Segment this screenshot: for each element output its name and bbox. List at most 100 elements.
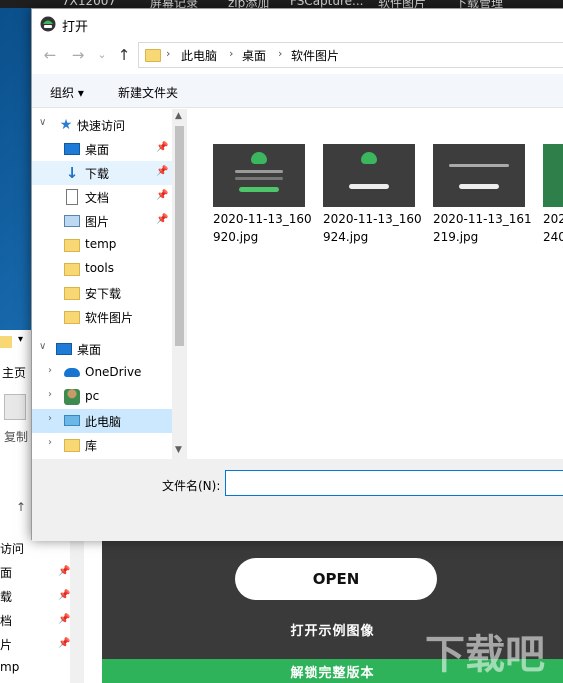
nav-label: 桌面 [85,143,110,157]
open-file-dialog: 打开 ← → ⌄ ↑ › 此电脑 › 桌面 › 软件图片 组织 ▾ 新建文件夹 … [31,8,563,541]
command-toolbar: 组织 ▾ 新建文件夹 [32,74,563,108]
nav-item-anxiazai[interactable]: 安下载 [32,281,172,305]
nav-item-desktop[interactable]: 桌面 📌 [32,137,172,161]
image-thumbnail [213,144,305,207]
thumbnail-button [459,184,499,189]
up-arrow-icon[interactable]: ↑ [114,45,134,65]
dialog-titlebar[interactable]: 打开 [32,9,563,39]
nav-label: 安下载 [85,287,122,301]
chevron-down-icon[interactable]: ∨ [39,341,46,352]
pin-icon: 📌 [58,614,71,625]
folder-icon [64,287,80,300]
scroll-down-arrow-icon[interactable]: ▼ [175,445,182,455]
nav-label: 软件图片 [85,311,134,325]
open-button[interactable]: OPEN [235,558,437,600]
back-arrow-icon[interactable]: ← [40,45,60,65]
scrollbar-thumb[interactable] [175,126,184,346]
nav-label: OneDrive [85,365,142,379]
taskbar-item[interactable]: 下载管理 [455,0,503,8]
taskbar-item[interactable]: zip添加 [228,0,269,8]
folder-icon [0,336,12,348]
watermark-logo: 下载吧 [425,631,545,678]
nav-desktop-root[interactable]: ∨ 桌面 [32,337,172,361]
copy-icon[interactable] [4,394,26,420]
forward-arrow-icon[interactable]: → [68,45,88,65]
dropdown-icon: ▾ [18,334,24,345]
folder-icon [64,263,80,276]
download-icon: ↓ [65,164,79,182]
nav-item-documents[interactable]: 文档 📌 [32,185,172,209]
file-name: 2020-11-13_161219.jpg [433,212,532,244]
pictures-icon [64,215,80,227]
file-item[interactable]: 2020-11-13_160924.jpg [299,109,422,249]
thumbnail-text-line [449,164,509,167]
pin-icon: 📌 [156,214,169,225]
filename-panel: 文件名(N): [32,459,563,541]
nav-user-pc[interactable]: › pc [32,385,172,409]
pin-icon: 📌 [58,638,71,649]
folder-icon [64,239,80,252]
scroll-up-arrow-icon[interactable]: ▲ [175,111,182,121]
desktop-icon [56,343,72,355]
nav-item-pictures[interactable]: 图片 📌 [32,209,172,233]
nav-this-pc[interactable]: › 此电脑 [32,409,172,433]
address-bar[interactable]: › 此电脑 › 桌面 › 软件图片 [138,42,563,68]
document-icon [66,189,78,205]
nav-libraries[interactable]: › 库 [32,433,172,457]
nav-item-temp[interactable]: temp [32,233,172,257]
bg-nav-item[interactable]: 片 [0,636,12,653]
chevron-right-icon[interactable]: › [48,437,52,448]
file-item[interactable]: 2020-11-13_160920.jpg [189,109,312,249]
file-item[interactable]: 2020-11-13_161240.jpg [519,109,563,249]
dialog-title: 打开 [62,20,89,35]
nav-label: 快速访问 [77,119,126,133]
image-thumbnail [543,144,563,207]
chevron-right-icon[interactable]: › [48,413,52,424]
nav-label: 图片 [85,215,110,229]
breadcrumb-software-images[interactable]: 软件图片 [291,47,339,64]
nav-onedrive[interactable]: › OneDrive [32,361,172,385]
copy-label[interactable]: 复制 [4,428,28,445]
recent-locations-chevron-icon[interactable]: ⌄ [92,45,112,65]
bg-nav-item[interactable]: 档 [0,612,12,629]
bg-nav-item[interactable]: mp [0,660,19,674]
chevron-right-icon[interactable]: › [48,365,52,376]
nav-quick-access[interactable]: ∨ ★ 快速访问 [32,113,172,137]
taskbar-item[interactable]: 屏幕记录 [150,0,198,8]
new-folder-button[interactable]: 新建文件夹 [118,84,178,101]
file-item[interactable]: 2020-11-13_161219.jpg [409,109,532,249]
folder-icon [64,311,80,324]
file-name: 2020-11-13_160924.jpg [323,212,422,244]
up-arrow-icon[interactable]: ↑ [16,500,26,514]
nav-item-tools[interactable]: tools [32,257,172,281]
thumbnail-text-line [235,170,283,173]
breadcrumb-separator-icon: › [229,47,234,60]
breadcrumb-this-pc[interactable]: 此电脑 [181,47,217,64]
taskbar-item[interactable]: 软件图片 [378,0,426,8]
background-scrollbar[interactable] [70,540,84,683]
image-thumbnail [323,144,415,207]
bg-nav-item[interactable]: 访问 [0,540,24,557]
thumbnail-text-line [235,177,283,180]
nav-item-software-images[interactable]: 软件图片 [32,305,172,329]
chevron-right-icon[interactable]: › [48,389,52,400]
bg-nav-item[interactable]: 载 [0,588,12,605]
thumbnail-button [349,184,389,189]
chevron-down-icon[interactable]: ∨ [39,117,46,128]
nav-label: pc [85,389,100,403]
nav-label: temp [85,237,117,251]
nav-label: 下载 [85,167,110,181]
taskbar-item[interactable]: 7X12007 [62,0,116,8]
taskbar-item[interactable]: FSCapture... [290,0,363,8]
navpane-scrollbar[interactable]: ▲ ▼ [172,109,187,459]
bg-nav-item[interactable]: 面 [0,564,12,581]
filename-label: 文件名(N): [162,479,221,493]
star-icon: ★ [59,117,73,133]
background-filler [84,540,102,683]
organize-menu-button[interactable]: 组织 ▾ [50,84,84,101]
breadcrumb-desktop[interactable]: 桌面 [242,47,266,64]
nav-item-downloads[interactable]: ↓ 下载 📌 [32,161,172,185]
filename-input[interactable] [225,470,563,496]
home-tab[interactable]: 主页 [2,364,26,381]
thumbnail-button [239,187,279,192]
